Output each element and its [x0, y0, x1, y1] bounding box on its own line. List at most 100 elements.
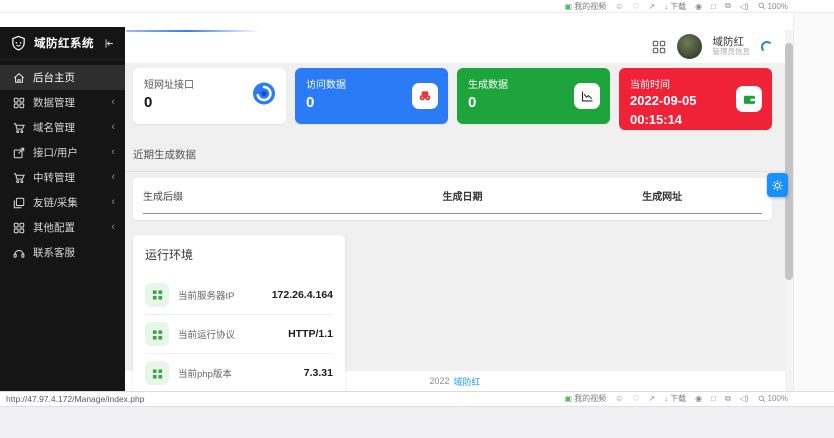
gear-icon — [772, 179, 783, 191]
my-video-button[interactable]: ▣ 我的视频 — [565, 1, 607, 12]
browser-status-bar: http://47.97.4.172/Manage/index.php ▣ 我的… — [0, 391, 834, 405]
sidebar-item-contact-support[interactable]: 联系客服 — [0, 240, 125, 265]
collapse-sidebar-icon[interactable] — [104, 38, 115, 49]
download-label: 下载 — [670, 394, 687, 403]
env-value: 172.26.4.164 — [271, 288, 333, 301]
browser-globe-icon — [252, 82, 276, 111]
record-icon[interactable]: ◉ — [695, 394, 702, 403]
sidebar-item-label: 接口/用户 — [33, 147, 78, 159]
footer-brand-link[interactable]: 域防红 — [454, 375, 481, 388]
line-chart-icon — [574, 83, 600, 109]
sidebar-item-label: 后台主页 — [33, 72, 75, 84]
chevron-left-icon: ‹ — [111, 196, 115, 208]
sidebar-item-label: 数据管理 — [33, 97, 75, 109]
admin-page: 域防红系统 后台主页 数据管理 ‹ 域名管理 ‹ 接口/用户 ‹ 中转管理 ‹ … — [0, 13, 793, 391]
binoculars-icon — [412, 83, 438, 109]
smiley-icon[interactable]: ☺ — [615, 394, 623, 403]
loading-progress-bar — [126, 30, 261, 32]
col-url: 生成网址 — [642, 192, 683, 203]
env-label: 当前php版本 — [178, 369, 232, 380]
header-right-cluster: 域防红 管理员信息 — [652, 30, 773, 63]
wallet-icon — [736, 86, 762, 112]
user-role: 管理员信息 — [712, 47, 751, 57]
main-content: 短网址接口 0 访问数据 0 生成数据 0 当前时间 2022-09-05 00… — [125, 63, 785, 391]
vertical-scrollbar[interactable] — [785, 30, 793, 391]
headset-icon — [13, 247, 25, 259]
chevron-left-icon: ‹ — [111, 121, 115, 133]
theme-settings-button[interactable] — [767, 173, 788, 197]
sidebar-item-api-users[interactable]: 接口/用户 ‹ — [0, 140, 125, 165]
sidebar-item-dashboard[interactable]: 后台主页 — [0, 65, 125, 90]
sidebar-item-links-collect[interactable]: 友链/采集 ‹ — [0, 190, 125, 215]
user-info[interactable]: 域防红 管理员信息 — [713, 36, 751, 57]
heart-icon[interactable]: ♡ — [632, 394, 639, 403]
cart-icon — [13, 172, 25, 184]
env-label: 当前运行协议 — [178, 330, 236, 341]
sidebar-menu: 后台主页 数据管理 ‹ 域名管理 ‹ 接口/用户 ‹ 中转管理 ‹ 友链/采集 … — [0, 65, 125, 265]
scrollbar-thumb[interactable] — [785, 43, 793, 280]
zoom-control[interactable]: 100% — [758, 2, 788, 11]
loading-spinner-icon — [761, 40, 773, 53]
green-grid-icon — [145, 282, 169, 307]
sidebar-item-other-config[interactable]: 其他配置 ‹ — [0, 215, 125, 240]
download-button[interactable]: ↓ 下载 — [664, 1, 686, 12]
col-suffix: 生成后缀 — [143, 192, 183, 203]
stat-card-short-url-api: 短网址接口 0 — [133, 68, 286, 124]
sidebar-item-label: 域名管理 — [33, 122, 75, 134]
shield-logo-icon — [12, 35, 25, 51]
download-icon: ↓ — [664, 394, 669, 403]
sidebar-item-transit-management[interactable]: 中转管理 ‹ — [0, 165, 125, 190]
send-icon[interactable]: ↗ — [648, 2, 655, 11]
sidebar-item-domain-management[interactable]: 域名管理 ‹ — [0, 115, 125, 140]
col-date: 生成日期 — [442, 192, 483, 203]
status-url: http://47.97.4.172/Manage/index.php — [6, 393, 145, 404]
table-header-underline — [143, 213, 762, 214]
table-header-row: 生成后缀 生成日期 生成网址 — [143, 178, 762, 213]
app-header: 域防红 管理员信息 — [125, 30, 785, 63]
my-video-label: 我的视频 — [574, 1, 607, 11]
green-grid-icon — [145, 322, 169, 346]
recent-table-card: 生成后缀 生成日期 生成网址 — [133, 178, 772, 220]
stat-card-current-time: 当前时间 2022-09-05 00:15:14 — [619, 68, 772, 130]
env-row-server-ip: 当前服务器IP 172.26.4.164 — [145, 275, 333, 314]
copy-icon[interactable]: ⧉ — [725, 1, 731, 11]
chevron-left-icon: ‹ — [111, 221, 115, 233]
stat-cards-row: 短网址接口 0 访问数据 0 生成数据 0 当前时间 2022-09-05 00… — [133, 68, 772, 130]
footer-year: 2022 — [429, 376, 450, 386]
capture-toolbar-top: ▣ 我的视频 ☺ ♡ ↗ ↓ 下载 ◉ □ ⧉ ◁) 100% — [0, 0, 834, 13]
record-icon[interactable]: ◉ — [695, 2, 702, 11]
zoom-control[interactable]: 100% — [758, 394, 788, 403]
sidebar-logo-row: 域防红系统 — [0, 27, 125, 60]
copy-icon[interactable]: ⧉ — [725, 394, 731, 404]
video-frame-icon: ▣ — [564, 394, 573, 403]
environment-card: 运行环境 当前服务器IP 172.26.4.164 当前运行协议 HTTP/1.… — [133, 235, 345, 391]
sidebar-item-data-management[interactable]: 数据管理 ‹ — [0, 90, 125, 115]
download-button[interactable]: ↓ 下载 — [664, 393, 686, 404]
green-grid-icon — [145, 361, 169, 385]
speaker-icon[interactable]: ◁) — [740, 2, 749, 11]
zoom-level: 100% — [767, 394, 788, 403]
apps-grid-icon[interactable] — [652, 40, 666, 54]
speaker-icon[interactable]: ◁) — [740, 394, 749, 403]
user-avatar[interactable] — [676, 34, 702, 59]
recent-section-title: 近期生成数据 — [133, 149, 196, 161]
grid-icon — [13, 222, 25, 234]
smiley-icon[interactable]: ☺ — [615, 2, 623, 11]
env-label: 当前服务器IP — [178, 290, 235, 302]
window-icon[interactable]: □ — [711, 394, 716, 403]
section-divider — [125, 171, 785, 172]
window-icon[interactable]: □ — [711, 2, 716, 11]
sidebar-item-label: 其他配置 — [33, 222, 75, 234]
heart-icon[interactable]: ♡ — [632, 2, 639, 11]
chevron-left-icon: ‹ — [111, 96, 115, 108]
external-box-icon — [13, 147, 25, 159]
chevron-left-icon: ‹ — [111, 171, 115, 183]
my-video-button[interactable]: ▣ 我的视频 — [565, 393, 607, 404]
sidebar-item-label: 中转管理 — [33, 172, 75, 184]
env-row-php-version: 当前php版本 7.3.31 — [145, 353, 333, 391]
magnifier-icon — [758, 395, 765, 402]
desktop-background — [0, 406, 834, 438]
env-value: HTTP/1.1 — [288, 328, 333, 340]
send-icon[interactable]: ↗ — [648, 394, 655, 403]
video-frame-icon: ▣ — [564, 1, 573, 11]
